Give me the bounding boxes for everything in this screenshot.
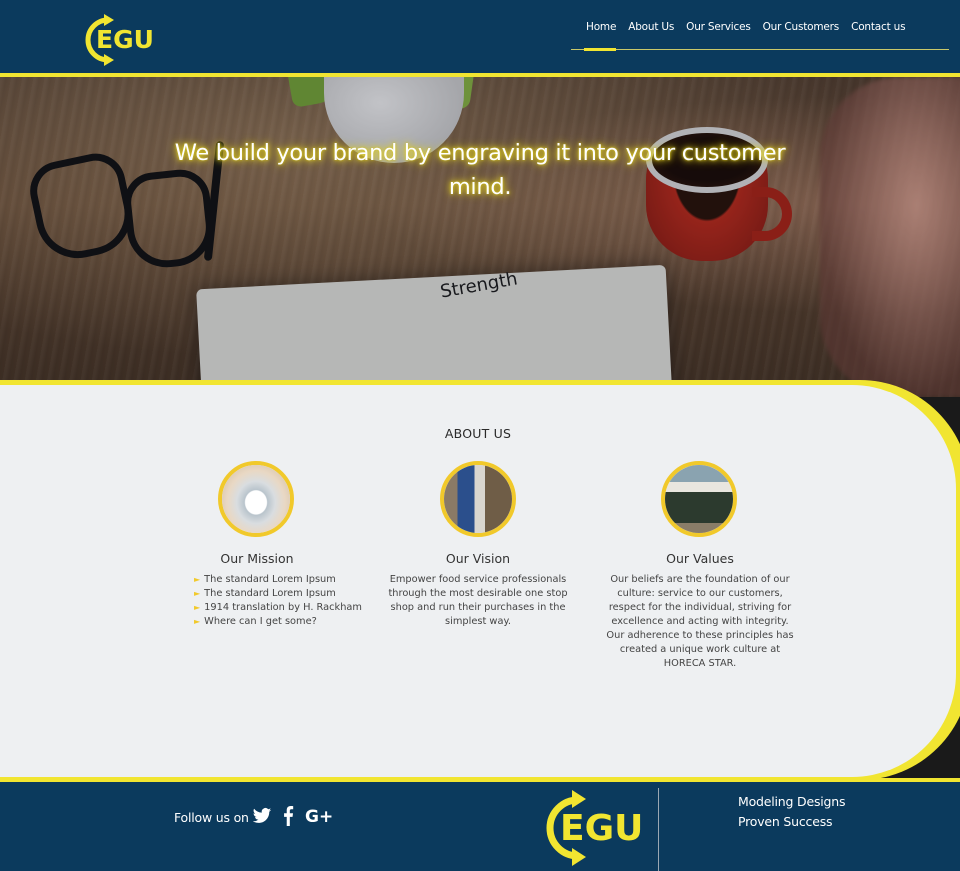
main-nav: Home About Us Our Services Our Customers… [580,21,911,33]
about-title: ABOUT US [444,426,512,441]
vision-text: Empower food service professionals throu… [388,574,568,627]
values-image [661,461,737,537]
nav-home[interactable]: Home [580,21,622,33]
nav-active-indicator [584,48,616,51]
values-title: Our Values [666,551,734,566]
list-item: ► The standard Lorem Ipsum [194,574,336,585]
list-item: ► Where can I get some? [194,616,317,627]
vision-image [440,461,516,537]
hero-overlay [0,77,960,397]
facebook-icon[interactable] [282,806,294,830]
svg-text:EGU: EGU [96,25,154,54]
footer-tagline-2: Proven Success [738,814,833,829]
svg-text:EGU: EGU [560,808,643,849]
vision-title: Our Vision [445,551,511,566]
nav-our-customers[interactable]: Our Customers [757,21,845,33]
mission-title: Our Mission [220,551,294,566]
egu-logo[interactable]: EGU [80,12,156,68]
mission-list: ► The standard Lorem Ipsum ► The standard … [194,573,362,629]
follow-label: Follow us on [174,810,249,825]
list-item: ► 1914 translation by H. Rackham [194,602,362,613]
arrow-right-icon: ► [194,603,201,612]
twitter-icon[interactable] [252,806,272,830]
footer-tagline-1: Modeling Designs [738,794,846,809]
values-text: Our beliefs are the foundation of our cu… [606,574,794,669]
arrow-right-icon: ► [194,575,201,584]
nav-about-us[interactable]: About Us [622,21,680,33]
footer-vertical-divider [658,788,659,871]
arrow-right-icon: ► [194,589,201,598]
google-plus-icon[interactable]: G+ [305,807,333,827]
mission-image [218,461,294,537]
footer-egu-logo[interactable]: EGU [538,786,650,871]
nav-contact-us[interactable]: Contact us [845,21,911,33]
hero-banner: Strength [0,77,960,397]
nav-our-services[interactable]: Our Services [680,21,756,33]
list-item: ► The standard Lorem Ipsum [194,588,336,599]
arrow-right-icon: ► [194,617,201,626]
hero-headline: We build your brand by engraving it into… [174,140,786,200]
nav-underline [571,49,949,50]
